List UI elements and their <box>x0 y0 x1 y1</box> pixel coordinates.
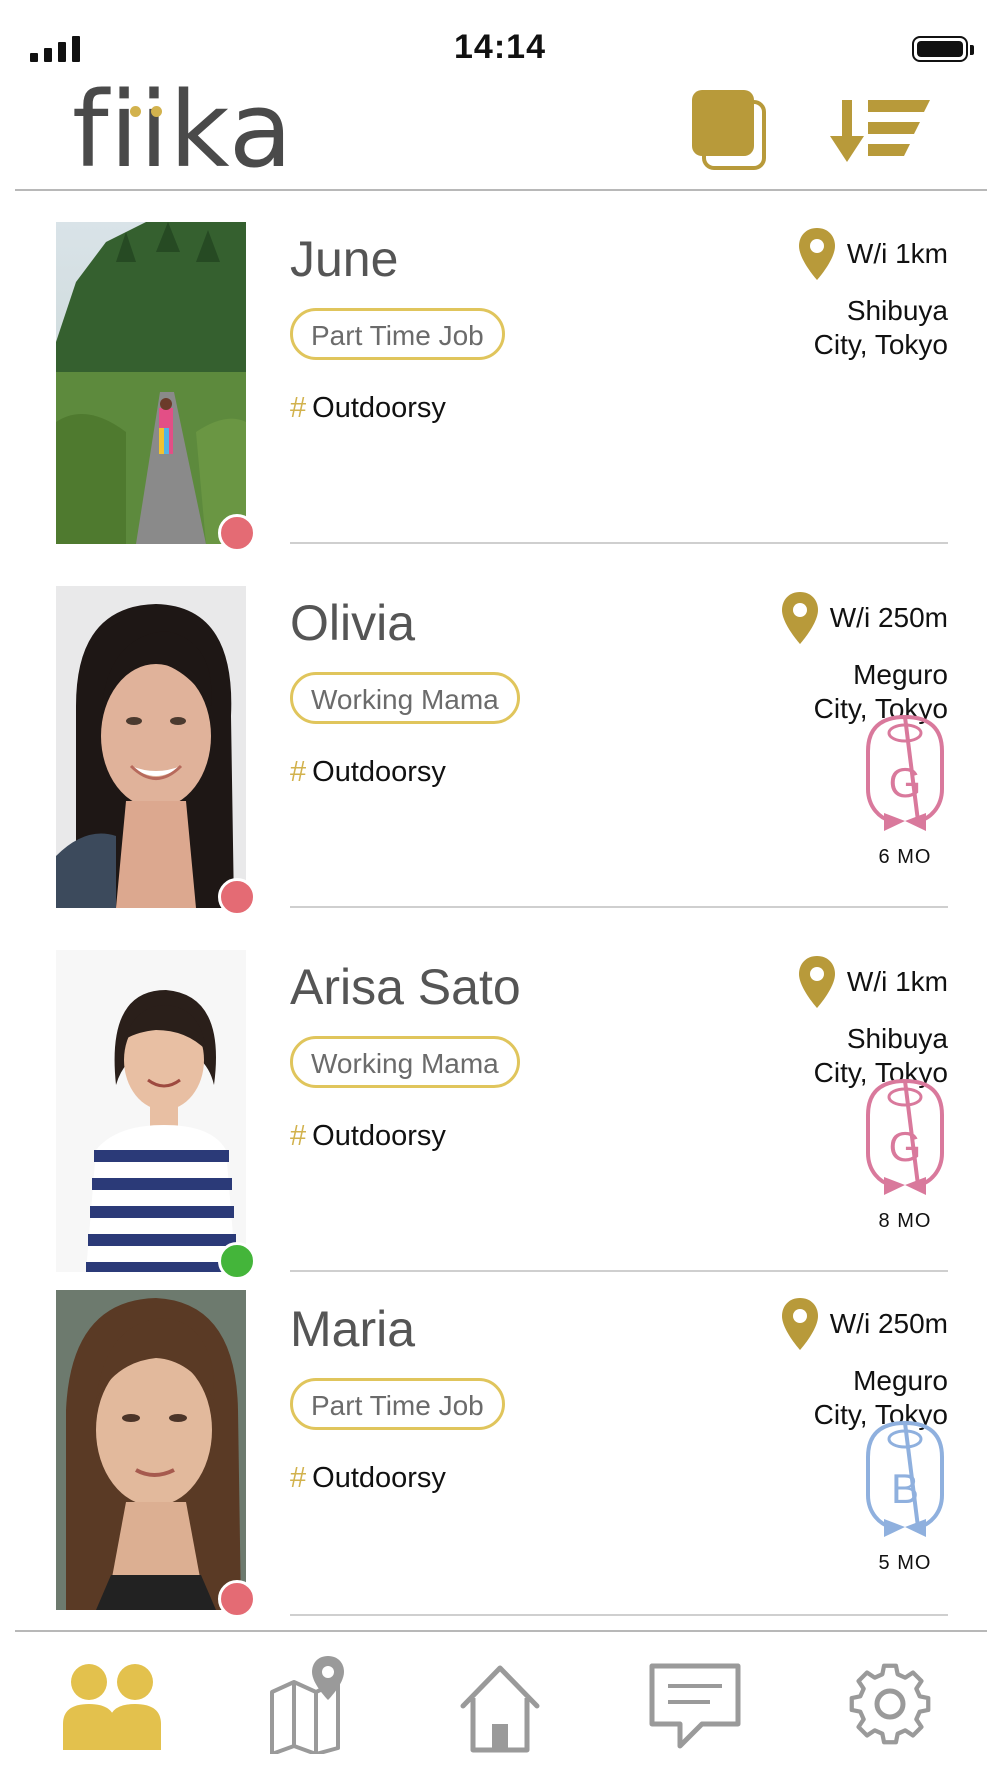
fiika-logo: fiika <box>72 78 294 182</box>
membership-badge-icon: B <box>862 1417 948 1557</box>
location-pin-icon <box>798 956 835 1008</box>
distance-indicator: W/i 250m <box>780 590 948 646</box>
header-divider <box>15 189 987 191</box>
location-text: Shibuya City, Tokyo <box>688 294 948 362</box>
offline-status-dot <box>218 514 256 552</box>
hashtag-text: Outdoorsy <box>312 392 446 424</box>
home-icon[interactable] <box>445 1654 555 1754</box>
profile-hashtag: # Outdoorsy <box>290 756 446 789</box>
distance-text: W/i 1km <box>846 966 948 997</box>
hashtag-text: Outdoorsy <box>312 1120 446 1152</box>
profile-tag[interactable]: Working Mama <box>290 672 520 724</box>
location-pin-icon <box>781 1298 818 1350</box>
membership-badge-icon: G <box>862 711 948 851</box>
location-pin-icon <box>798 228 835 280</box>
profile-tag[interactable]: Part Time Job <box>290 1378 505 1430</box>
profile-name: Olivia <box>290 595 416 651</box>
location-line1: Shibuya <box>846 295 948 326</box>
tab-bar <box>0 1632 1000 1778</box>
profile-hashtag: # Outdoorsy <box>290 1120 446 1153</box>
location-line1: Shibuya <box>846 1023 948 1054</box>
location-line2: City, Tokyo <box>813 329 948 360</box>
profile-tag[interactable]: Working Mama <box>290 1036 520 1088</box>
distance-indicator: W/i 1km <box>797 954 948 1010</box>
profile-photo[interactable] <box>56 1290 246 1610</box>
badge-duration: 8 MO <box>878 1210 932 1232</box>
stacked-cards-icon[interactable] <box>690 88 770 174</box>
badge-duration: 6 MO <box>878 846 932 868</box>
sort-descending-icon[interactable] <box>830 96 930 168</box>
distance-text: W/i 250m <box>829 602 948 633</box>
hashtag-text: Outdoorsy <box>312 1462 446 1494</box>
status-time: 14:14 <box>454 28 546 66</box>
hash-symbol: # <box>290 756 307 788</box>
badge-duration: 5 MO <box>878 1552 932 1574</box>
logo-text: fiika <box>72 69 294 191</box>
profile-hashtag: # Outdoorsy <box>290 392 446 425</box>
distance-text: W/i 250m <box>829 1308 948 1339</box>
location-pin-icon <box>781 592 818 644</box>
distance-text: W/i 1km <box>846 238 948 269</box>
offline-status-dot <box>218 878 256 916</box>
location-line1: Meguro <box>853 659 948 690</box>
row-divider <box>290 906 948 908</box>
profile-photo[interactable] <box>56 586 246 908</box>
chat-icon[interactable] <box>640 1654 750 1754</box>
hashtag-text: Outdoorsy <box>312 756 446 788</box>
hash-symbol: # <box>290 1462 307 1494</box>
location-line1: Meguro <box>853 1365 948 1396</box>
offline-status-dot <box>218 1580 256 1618</box>
profile-row[interactable]: Olivia Working Mama # Outdoorsy W/i 250m … <box>0 556 1000 920</box>
distance-indicator: W/i 1km <box>797 226 948 282</box>
profile-tag[interactable]: Part Time Job <box>290 308 505 360</box>
distance-indicator: W/i 250m <box>780 1296 948 1352</box>
people-icon[interactable] <box>57 1654 167 1754</box>
row-divider <box>290 1614 948 1616</box>
membership-badge-icon: G <box>862 1075 948 1215</box>
row-divider <box>290 542 948 544</box>
profile-name: Arisa Sato <box>290 959 521 1015</box>
profile-row[interactable]: Arisa Sato Working Mama # Outdoorsy W/i 1… <box>0 920 1000 1284</box>
profile-row[interactable]: June Part Time Job # Outdoorsy W/i 1km Sh… <box>0 192 1000 556</box>
badge-letter: B <box>891 1465 919 1512</box>
profile-row[interactable]: Maria Part Time Job # Outdoorsy W/i 250m … <box>0 1262 1000 1626</box>
profile-hashtag: # Outdoorsy <box>290 1462 446 1495</box>
profile-photo[interactable] <box>56 950 246 1272</box>
profile-name: June <box>290 231 399 287</box>
badge-letter: G <box>889 759 922 806</box>
profile-name: Maria <box>290 1301 416 1357</box>
hash-symbol: # <box>290 392 307 424</box>
battery-icon <box>912 36 974 62</box>
map-pin-icon[interactable] <box>252 1654 362 1756</box>
profile-photo[interactable] <box>56 222 246 544</box>
settings-gear-icon[interactable] <box>835 1654 945 1754</box>
logo-dots <box>130 106 162 117</box>
badge-letter: G <box>889 1123 922 1170</box>
hash-symbol: # <box>290 1120 307 1152</box>
